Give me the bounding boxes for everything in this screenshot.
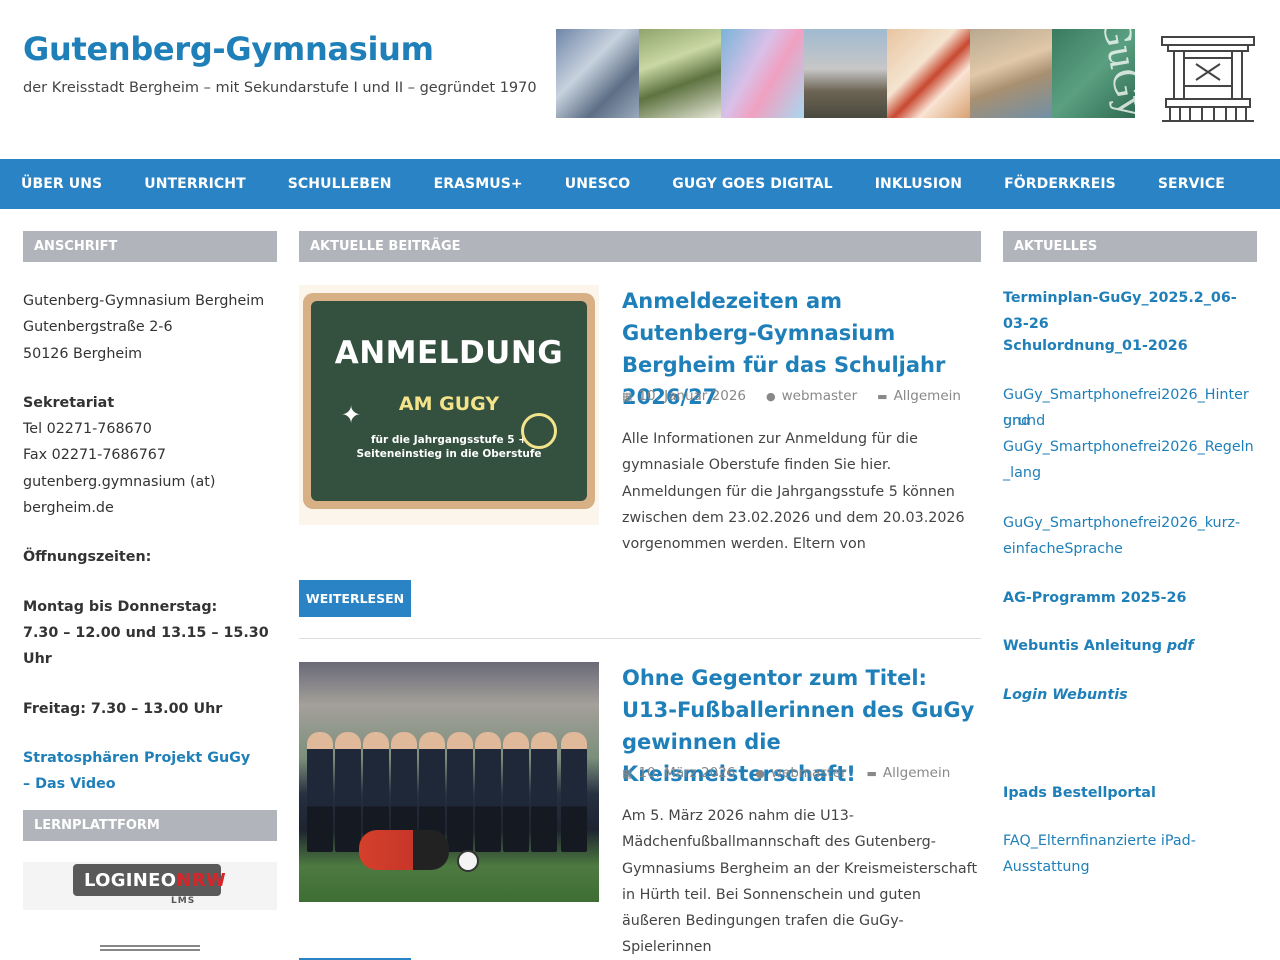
link-webuntis-anleitung[interactable]: Webuntis Anleitung pdf [1003, 633, 1257, 659]
link-smartphonefrei-regeln[interactable]: GuGy_Smartphonefrei2026_Regeln_lang [1003, 434, 1257, 487]
secretariat-label: Sekretariat [23, 394, 115, 411]
logineo-lms-text: LMS [171, 896, 196, 906]
nav-item-unesco[interactable]: UNESCO [565, 176, 631, 192]
widget-heading-anschrift: Anschrift [23, 231, 277, 262]
friday-hours: Freitag: 7.30 – 13.00 Uhr [23, 700, 223, 717]
post-thumbnail-football-team[interactable] [299, 662, 599, 902]
folder-icon: ▬ [866, 766, 877, 780]
webuntis-anleitung-label: Webuntis Anleitung [1003, 638, 1162, 654]
banner-photo-graffiti [721, 29, 805, 118]
mon-thu-hours: 7.30 – 12.00 und 13.15 – 15.30 Uhr [23, 624, 269, 668]
post-author[interactable]: webmaster [771, 765, 847, 781]
nav-item-erasmus[interactable]: Erasmus+ [434, 176, 523, 192]
stratosphere-video-link-cont[interactable]: – Das Video [23, 771, 277, 797]
link-faq-ipad[interactable]: FAQ_Elternfinanzierte iPad-Ausstattung [1003, 828, 1257, 881]
banner-photo-roof [969, 29, 1053, 118]
football-icon [457, 850, 479, 872]
post-excerpt: Alle Informationen zur Anmeldung für die… [622, 431, 965, 553]
link-login-webuntis[interactable]: Login Webuntis [1003, 682, 1257, 708]
school-logo-icon [1161, 36, 1255, 122]
post-excerpt: Am 5. März 2026 nahm die U13-Mädchenfußb… [622, 808, 978, 956]
sparkle-icon: ✦ [341, 401, 362, 429]
link-schulordnung[interactable]: Schulordnung_01-2026 [1003, 333, 1257, 359]
logineo-text: LOGINEO [84, 870, 177, 891]
header-banner: GuGy [556, 29, 1136, 118]
banner-photo-garden [638, 29, 722, 118]
address-line: 50126 Bergheim [23, 345, 143, 362]
link-ag-programm[interactable]: AG-Programm 2025-26 [1003, 585, 1257, 611]
folder-icon: ▬ [877, 389, 888, 403]
post-category[interactable]: Allgemein [883, 765, 950, 781]
divider [100, 945, 200, 951]
widget-heading-lernplattform: Lernplattform [23, 810, 277, 841]
banner-photo-sculpture [804, 29, 887, 118]
post-category[interactable]: Allgemein [894, 388, 961, 404]
post-meta: ▦ 10. März 2026 ● webmaster ▬ Allgemein [622, 765, 950, 781]
and-text: und [1003, 413, 1031, 429]
post-divider [299, 638, 981, 639]
calendar-icon: ▦ [622, 389, 633, 403]
site-title[interactable]: Gutenberg-Gymnasium [23, 30, 434, 68]
stratosphere-video-link[interactable]: Stratosphären Projekt GuGy [23, 745, 277, 771]
email-line: gutenberg.gymnasium (at) [23, 473, 216, 490]
opening-hours-label: Öffnungszeiten: [23, 549, 152, 566]
banner-chalk-text: GuGy [1093, 29, 1136, 118]
link-smartphonefrei-kurz[interactable]: GuGy_Smartphonefrei2026_kurz-einfacheSpr… [1003, 510, 1257, 563]
widget-heading-aktuelle-beitraege: Aktuelle Beiträge [299, 231, 981, 262]
post-date[interactable]: 10. März 2026 [638, 765, 735, 781]
nav-item-foerderkreis[interactable]: Förderkreis [1004, 176, 1116, 192]
calendar-icon: ▦ [622, 766, 633, 780]
address-line: Gutenbergstraße 2-6 [23, 319, 173, 336]
widget-heading-aktuelles: Aktuelles [1003, 231, 1257, 262]
nav-item-schulleben[interactable]: Schulleben [288, 176, 392, 192]
nav-item-unterricht[interactable]: Unterricht [144, 176, 246, 192]
read-more-button[interactable]: Weiterlesen [299, 580, 411, 617]
login-webuntis-label: Login Webuntis [1003, 687, 1128, 703]
address-widget: Gutenberg-Gymnasium Bergheim Gutenbergst… [23, 288, 277, 797]
mon-thu-label: Montag bis Donnerstag: [23, 598, 218, 615]
post-meta: ▦ 10. Januar 2026 ● webmaster ▬ Allgemei… [622, 388, 961, 404]
user-icon: ● [755, 766, 765, 780]
post-author[interactable]: webmaster [782, 388, 858, 404]
main-navigation: Über uns Unterricht Schulleben Erasmus+ … [0, 159, 1280, 209]
banner-photo-pen [886, 29, 970, 118]
email-line: bergheim.de [23, 500, 114, 517]
thumbnail-small-text: Seiteneinstieg in die Oberstufe [356, 448, 542, 460]
address-line: Gutenberg-Gymnasium Bergheim [23, 293, 265, 309]
pdf-label: pdf [1166, 638, 1194, 654]
banner-photo-chalkboard: GuGy [1052, 29, 1136, 118]
link-ipads-bestellportal[interactable]: Ipads Bestellportal [1003, 780, 1257, 806]
post-thumbnail-anmeldung[interactable]: ANMELDUNG AM GUGY für die Jahrgangsstufe… [299, 285, 599, 525]
nav-item-ueber-uns[interactable]: Über uns [21, 176, 102, 192]
banner-photo-building [556, 29, 639, 118]
smiley-icon [521, 413, 557, 449]
user-icon: ● [766, 389, 776, 403]
nav-item-gugy-goes-digital[interactable]: GuGy goes digital [672, 176, 832, 192]
nav-item-service[interactable]: Service [1158, 176, 1225, 192]
fax-number: Fax 02271-7686767 [23, 447, 166, 464]
logineo-nrw-text: NRW [176, 870, 227, 891]
nav-item-inklusion[interactable]: Inklusion [875, 176, 962, 192]
post-date[interactable]: 10. Januar 2026 [638, 388, 746, 404]
link-terminplan[interactable]: Terminplan-GuGy_2025.2_06-03-26 [1003, 285, 1257, 338]
phone-number: Tel 02271-768670 [23, 421, 152, 438]
logineo-lms-logo[interactable]: LOGINEONRW LMS [23, 862, 277, 910]
thumbnail-headline: ANMELDUNG [334, 335, 564, 371]
site-description: der Kreisstadt Bergheim – mit Sekundarst… [23, 80, 537, 96]
